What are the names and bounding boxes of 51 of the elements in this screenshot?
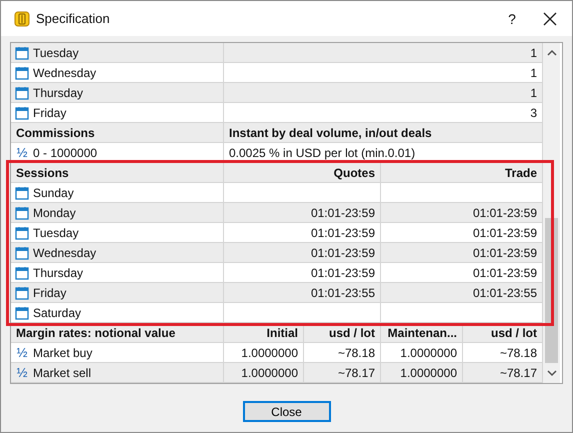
row-label: Sunday bbox=[33, 186, 74, 200]
row-label: Market buy bbox=[33, 346, 92, 360]
table-cell: 1 bbox=[224, 43, 543, 63]
column-header: usd / lot bbox=[304, 323, 381, 343]
column-header: Instant by deal volume, in/out deals bbox=[224, 123, 543, 143]
calendar-icon bbox=[15, 266, 29, 280]
row-label: Thursday bbox=[33, 266, 84, 280]
column-header: Commissions bbox=[11, 123, 224, 143]
row-label: Market sell bbox=[33, 366, 92, 380]
column-header: Quotes bbox=[224, 163, 381, 183]
fraction-icon: ½ bbox=[15, 345, 29, 360]
calendar-icon bbox=[15, 86, 29, 100]
table-cell: 01:01-23:55 bbox=[224, 283, 381, 303]
row-label: Thursday bbox=[33, 86, 84, 100]
row-label: Wednesday bbox=[33, 246, 96, 260]
row-label: Tuesday bbox=[33, 46, 79, 60]
scroll-down-icon[interactable] bbox=[546, 368, 556, 378]
calendar-icon bbox=[15, 226, 29, 240]
row-label: Wednesday bbox=[33, 66, 96, 80]
calendar-icon bbox=[15, 186, 29, 200]
close-icon[interactable] bbox=[542, 10, 558, 26]
column-header: Trade bbox=[381, 163, 543, 183]
column-header: Maintenan... bbox=[381, 323, 463, 343]
table-cell: 1.0000000 bbox=[381, 363, 463, 383]
row-label: Tuesday bbox=[33, 226, 79, 240]
column-header: Sessions bbox=[11, 163, 224, 183]
calendar-icon bbox=[15, 306, 29, 320]
help-button[interactable]: ? bbox=[492, 10, 532, 26]
row-label: Monday bbox=[33, 206, 76, 220]
column-header: Initial bbox=[224, 323, 304, 343]
row-label: Friday bbox=[33, 106, 66, 120]
calendar-icon bbox=[15, 206, 29, 220]
calendar-icon bbox=[15, 106, 29, 120]
row-label: 0 - 1000000 bbox=[33, 146, 98, 160]
calendar-icon bbox=[15, 246, 29, 260]
table-cell: ~78.17 bbox=[304, 363, 381, 383]
table-cell: 1 bbox=[224, 83, 543, 103]
window-title: Specification bbox=[36, 11, 111, 26]
close-button[interactable]: Close bbox=[242, 401, 330, 422]
table-cell: 01:01-23:59 bbox=[224, 203, 381, 223]
table-cell: 01:01-23:59 bbox=[224, 243, 381, 263]
fraction-icon: ½ bbox=[15, 145, 29, 160]
scroll-up-icon[interactable] bbox=[546, 48, 556, 58]
table-cell: 1.0000000 bbox=[224, 363, 304, 383]
calendar-icon bbox=[15, 66, 29, 80]
fraction-icon: ½ bbox=[15, 365, 29, 380]
row-label: Saturday bbox=[33, 306, 82, 320]
row-label: Friday bbox=[33, 286, 66, 300]
calendar-icon bbox=[15, 286, 29, 300]
calendar-icon bbox=[15, 46, 29, 60]
column-header: Margin rates: notional value bbox=[11, 323, 224, 343]
